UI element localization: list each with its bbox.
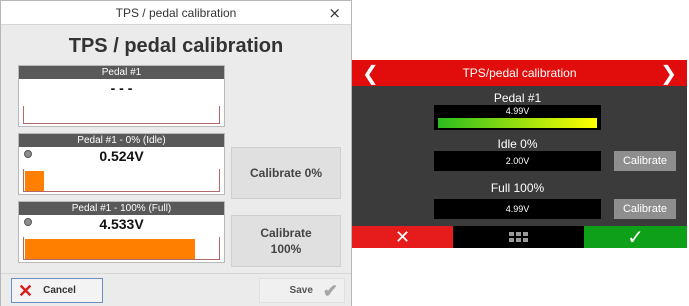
close-icon: ✕ [18,280,34,301]
calibration-dialog: TPS / pedal calibration × TPS / pedal ca… [0,0,352,306]
idle-panel-header: Pedal #1 - 0% (Idle) [19,134,224,147]
chevron-right-icon[interactable]: ❯ [660,62,677,84]
calibrate-full-button[interactable]: Calibrate [614,199,676,219]
full-panel-header: Pedal #1 - 100% (Full) [19,202,224,215]
close-icon: ✕ [394,226,411,248]
pedal-level-track [438,118,597,128]
dialog-footer: ✕ Cancel Save ✔ [1,273,351,306]
pedal-level-bar [438,118,597,128]
full-value: 4.99V [434,199,601,219]
page-title: TPS / pedal calibration [68,35,284,57]
cancel-button[interactable]: ✕ Cancel [11,278,103,303]
device-screen: ❮ TPS/pedal calibration ❯ Pedal #1 4.99V… [352,60,687,249]
cancel-label: Cancel [43,285,76,296]
save-button[interactable]: Save ✔ [259,278,345,303]
full-label: Full 100% [490,181,545,195]
pedal-value: - - - [110,80,133,96]
calibrate-0-button[interactable]: Calibrate 0% [231,147,341,199]
grid-icon [509,232,528,242]
close-icon[interactable]: × [328,4,341,22]
full-value: 4.533V [99,216,144,232]
pedal-panel-header: Pedal #1 [19,66,224,79]
dialog-window-title: TPS / pedal calibration [115,5,237,20]
pedal-value: 4.99V [505,106,530,116]
idle-level-frame [23,169,220,192]
pedal-level-frame [23,106,220,124]
menu-button[interactable] [453,226,584,248]
device-topbar: ❮ TPS/pedal calibration ❯ [352,60,687,86]
chevron-left-icon[interactable]: ❮ [362,62,379,84]
check-icon: ✓ [627,225,644,249]
idle-level-bar [25,171,44,191]
idle-panel: Pedal #1 - 0% (Idle) 0.524V [18,133,225,195]
check-icon: ✔ [322,280,338,301]
calibrate-idle-button[interactable]: Calibrate [614,151,676,171]
pedal-panel: Pedal #1 - - - [18,65,225,127]
idle-value: 2.00V [434,151,601,171]
full-level-bar [25,239,195,259]
cancel-button[interactable]: ✕ [352,226,453,248]
pedal-readout: 4.99V [434,105,601,130]
dialog-titlebar: TPS / pedal calibration × [1,1,351,25]
calibrate-100-button[interactable]: Calibrate 100% [231,215,341,267]
pedal-label: Pedal #1 [493,91,542,105]
idle-label: Idle 0% [497,137,538,151]
full-panel: Pedal #1 - 100% (Full) 4.533V [18,201,225,263]
confirm-button[interactable]: ✓ [584,225,687,249]
device-title: TPS/pedal calibration [462,66,577,80]
save-label: Save [289,285,313,296]
idle-value: 0.524V [99,148,144,164]
